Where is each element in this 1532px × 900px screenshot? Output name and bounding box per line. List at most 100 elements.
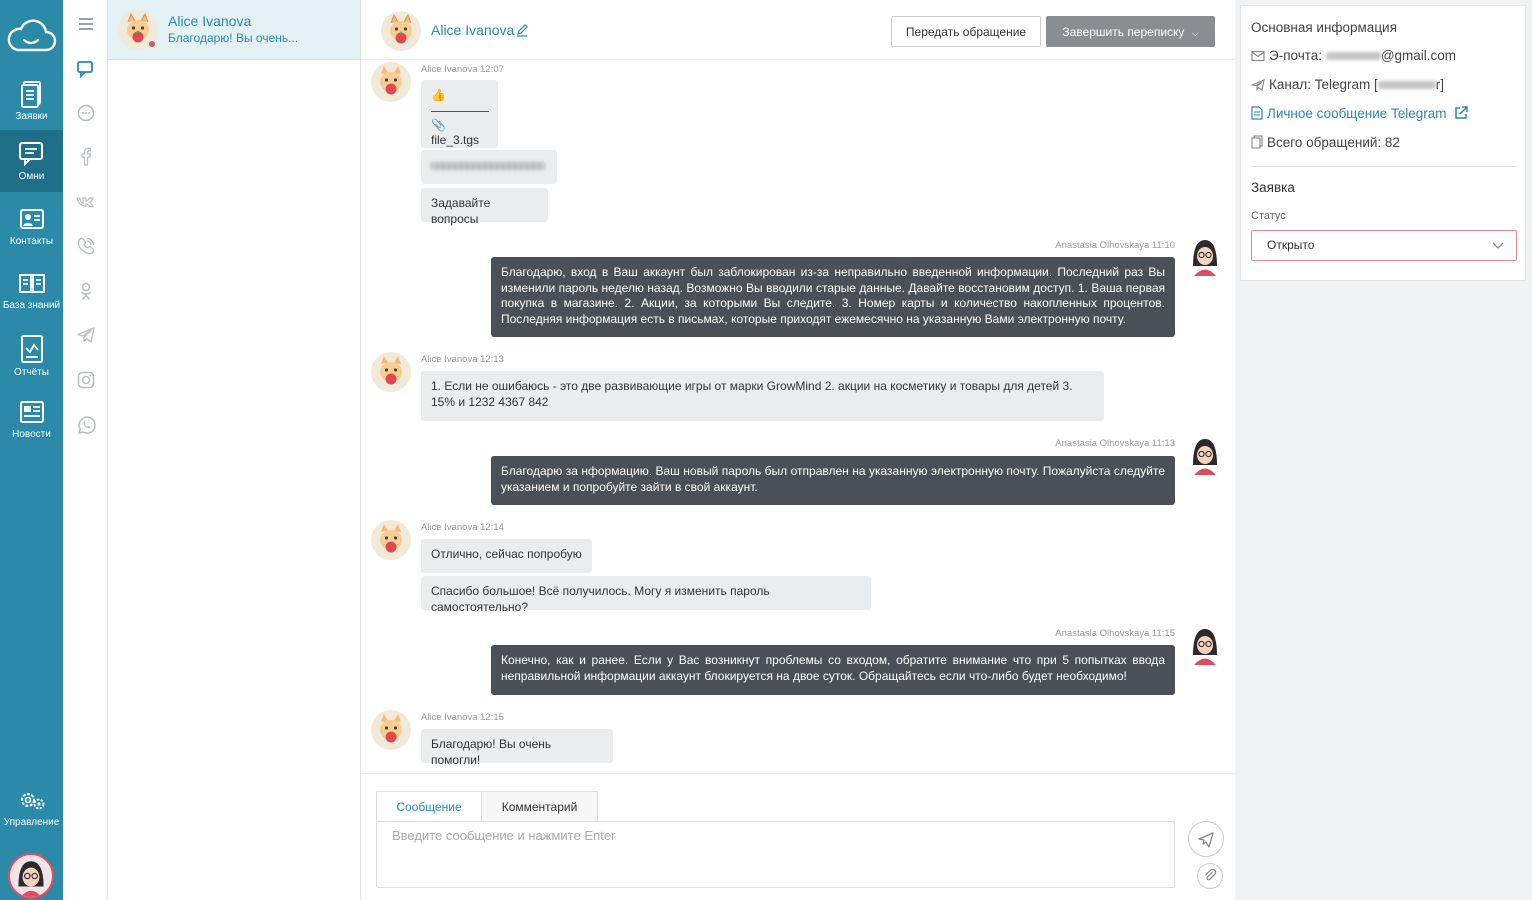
conversation-list: Alice Ivanova Благодарю! Вы очень... <box>108 0 361 900</box>
thumbs-up-emoji: 👍 <box>431 88 446 102</box>
total-tickets-row: Всего обращений: 82 <box>1251 135 1400 150</box>
chat-panel: Alice Ivanova Передать обращение Заверши… <box>361 0 1235 900</box>
conversation-item[interactable]: Alice Ivanova Благодарю! Вы очень... <box>108 0 360 60</box>
message-meta: Anastasia Olhovskaya 11:10 <box>1055 240 1175 251</box>
email-domain: @gmail.com <box>1380 48 1457 63</box>
conversation-preview: Благодарю! Вы очень... <box>168 31 299 45</box>
channel-odnoklassniki-button[interactable] <box>75 280 97 302</box>
info-title: Основная информация <box>1251 20 1397 35</box>
channel-menu-button[interactable] <box>75 13 97 35</box>
envelope-icon <box>1251 50 1265 62</box>
viber-icon <box>77 237 95 255</box>
message-bubble: Благодарю, вход в Ваш аккаунт был заблок… <box>491 257 1175 337</box>
channel-whatsapp-button[interactable] <box>75 414 97 436</box>
edit-pencil-icon[interactable] <box>515 23 529 37</box>
message-bubble: Задавайте вопросы <box>421 188 548 226</box>
user-avatar[interactable] <box>8 853 54 899</box>
email-row: Э-почта: @gmail.com <box>1251 48 1456 63</box>
telegram-link-label: Личное сообщение Telegram <box>1267 106 1447 121</box>
message-list: Alice Ivanova 12:07 👍 📎file_3.tgs Задава… <box>361 60 1235 773</box>
channel-sidebar: 1 1 <box>63 0 166 900</box>
nav-item-news[interactable]: Новости <box>0 388 63 450</box>
contact-info-card: Основная информация Э-почта: @gmail.com … <box>1240 5 1526 281</box>
chevron-down-icon: ⌵ <box>1191 27 1199 38</box>
channel-telegram-button[interactable] <box>75 324 97 346</box>
document-icon <box>1251 106 1263 120</box>
agent-avatar-icon <box>1193 629 1217 665</box>
tab-message[interactable]: Сообщение <box>376 791 482 822</box>
odnoklassniki-icon <box>81 282 91 301</box>
nav-label-knowledge-base: База знаний <box>2 300 61 311</box>
message-bubble: Благодарю за нформацию. Ваш новый пароль… <box>491 456 1175 505</box>
nav-item-contacts[interactable]: Контакты <box>0 195 63 257</box>
divider <box>431 110 489 112</box>
conversation-name: Alice Ivanova <box>168 13 252 29</box>
status-label: Статус <box>1251 210 1286 222</box>
finish-chat-button[interactable]: Завершить переписку ⌵ <box>1046 16 1215 47</box>
attach-button[interactable] <box>1197 863 1223 889</box>
news-icon <box>19 401 44 423</box>
message-meta: Alice Ivanova 12:07 <box>421 64 504 75</box>
nav-item-reports[interactable]: Отчёты <box>0 324 63 386</box>
customer-avatar-icon <box>371 520 411 560</box>
message-bubble: Конечно, как и ранее. Если у Вас возникн… <box>491 645 1175 695</box>
send-button[interactable] <box>1188 821 1224 857</box>
total-tickets-label: Всего обращений: 82 <box>1267 135 1400 150</box>
online-status-dot <box>148 40 156 48</box>
facebook-icon <box>81 147 92 166</box>
message-bubble: Благодарю! Вы очень помогли! <box>421 729 613 767</box>
redacted-text <box>1377 81 1436 90</box>
nav-label-reports: Отчёты <box>14 367 49 378</box>
channel-omni-button[interactable] <box>75 57 97 79</box>
message-bubble: Отлично, сейчас попробую <box>421 539 592 573</box>
channel-label: Канал: Telegram [ <box>1269 77 1378 92</box>
cloud-logo-icon[interactable] <box>4 16 58 56</box>
channel-vk-button[interactable] <box>75 191 97 213</box>
agent-avatar-icon <box>10 855 52 897</box>
transfer-ticket-button[interactable]: Передать обращение <box>891 16 1041 47</box>
message-meta: Anastasia Olhovskaya 11:15 <box>1055 628 1175 639</box>
nav-label-contacts: Контакты <box>9 236 54 247</box>
reports-icon <box>20 335 43 363</box>
message-input[interactable] <box>376 821 1175 888</box>
tab-comment[interactable]: Комментарий <box>481 791 598 822</box>
redacted-email <box>431 161 545 170</box>
copy-documents-icon <box>1251 135 1263 149</box>
customer-avatar-icon <box>371 710 411 750</box>
status-value: Открыто <box>1267 238 1315 252</box>
telegram-message-link[interactable]: Личное сообщение Telegram <box>1251 106 1472 121</box>
customer-avatar-icon <box>371 62 411 102</box>
nav-item-knowledge-base[interactable]: База знаний <box>0 259 63 321</box>
nav-item-omni[interactable]: Омни <box>0 130 63 192</box>
channel-chat-button[interactable] <box>75 102 97 124</box>
chat-contact-name[interactable]: Alice Ivanova <box>431 22 514 38</box>
agent-avatar-icon <box>1193 240 1217 276</box>
tickets-icon <box>20 81 41 108</box>
channel-facebook-button[interactable] <box>75 146 97 168</box>
message-meta: Alice Ivanova 12:15 <box>421 712 504 723</box>
channel-instagram-button[interactable] <box>75 369 97 391</box>
message-bubble: Спасибо большое! Всё получилось. Могу я … <box>421 576 871 614</box>
telegram-icon <box>1249 79 1265 92</box>
channel-viber-button[interactable] <box>75 235 97 257</box>
finish-chat-label: Завершить переписку <box>1062 24 1185 39</box>
file-attachment-link[interactable]: 📎file_3.tgs <box>431 118 479 148</box>
customer-avatar-icon <box>381 11 421 51</box>
channel-row: Канал: Telegram [r] <box>1249 77 1444 92</box>
redacted-text <box>1325 52 1381 61</box>
whatsapp-icon <box>77 416 96 435</box>
contacts-icon <box>19 209 44 229</box>
telegram-icon <box>77 327 95 343</box>
nav-item-settings[interactable]: Управление <box>0 778 63 840</box>
nav-item-tickets[interactable]: Заявки <box>0 70 63 132</box>
paperclip-icon <box>1205 868 1217 881</box>
message-composer: Сообщение Комментарий <box>361 773 1235 900</box>
message-bubble-redacted <box>421 150 557 184</box>
chat-header: Alice Ivanova Передать обращение Заверши… <box>361 0 1235 60</box>
message-bubble: 1. Если не ошибаюсь - это две развивающи… <box>421 371 1104 421</box>
omni-icon <box>18 142 43 167</box>
status-select[interactable]: Открыто <box>1251 230 1517 261</box>
knowledge-base-icon <box>18 274 45 293</box>
chat-icon <box>77 104 95 122</box>
message-bubble: 👍 📎file_3.tgs <box>421 80 498 148</box>
